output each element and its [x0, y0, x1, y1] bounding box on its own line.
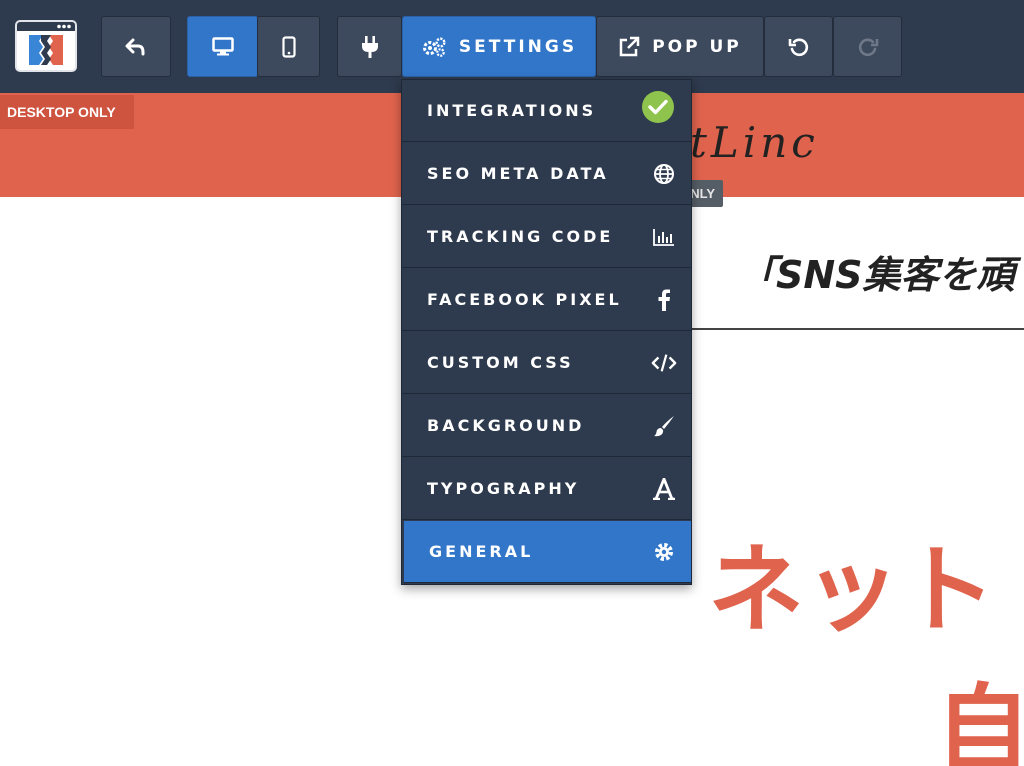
settings-dropdown: INTEGRATIONS SEO META DATA TRACKING CODE: [401, 79, 692, 585]
redo-button[interactable]: [833, 16, 902, 77]
gears-icon: [422, 37, 446, 57]
redo-icon: [858, 38, 878, 56]
plugins-button[interactable]: [337, 16, 402, 77]
menu-item-label: INTEGRATIONS: [427, 101, 597, 120]
settings-label: SETTINGS: [458, 36, 578, 57]
popup-button[interactable]: POP UP: [596, 16, 764, 77]
desktop-view-button[interactable]: [187, 16, 258, 77]
mobile-view-button[interactable]: [257, 16, 320, 77]
heading-divider: [690, 328, 1024, 330]
menu-item-label: TRACKING CODE: [427, 227, 614, 246]
menu-item-label: GENERAL: [429, 542, 534, 561]
menu-item-label: CUSTOM CSS: [427, 353, 574, 372]
hero-text-line2: 自: [935, 674, 1024, 766]
hero-text-line1: ネット: [708, 534, 996, 646]
menu-item-label: SEO META DATA: [427, 164, 609, 183]
undo-button[interactable]: [764, 16, 833, 77]
menu-item-custom-css[interactable]: CUSTOM CSS: [402, 332, 691, 394]
menu-item-label: BACKGROUND: [427, 416, 585, 435]
menu-item-label: TYPOGRAPHY: [427, 479, 580, 498]
plug-icon: [361, 35, 378, 58]
clickfunnels-logo[interactable]: [15, 20, 77, 72]
external-link-icon: [619, 36, 640, 56]
settings-button[interactable]: SETTINGS: [402, 16, 596, 77]
desktop-only-badge: DESKTOP ONLY: [0, 95, 134, 129]
menu-item-tracking-code[interactable]: TRACKING CODE: [402, 206, 691, 268]
undo-icon: [788, 38, 808, 56]
menu-item-general[interactable]: GENERAL: [404, 521, 691, 583]
check-icon: [642, 91, 674, 123]
popup-label: POP UP: [652, 36, 742, 57]
back-arrow-icon: [125, 38, 145, 55]
globe-icon: [651, 161, 677, 187]
back-button[interactable]: [101, 16, 171, 77]
logo-icon: [17, 22, 75, 65]
menu-item-label: FACEBOOK PIXEL: [427, 290, 622, 309]
brush-icon: [651, 413, 677, 439]
bar-chart-icon: [651, 224, 677, 250]
menu-item-seo-meta-data[interactable]: SEO META DATA: [402, 143, 691, 205]
font-icon: [651, 476, 677, 502]
page-heading: 「SNS集客を頑: [738, 253, 1015, 297]
code-icon: [651, 350, 677, 376]
menu-item-facebook-pixel[interactable]: FACEBOOK PIXEL: [402, 269, 691, 331]
desktop-icon: [211, 36, 234, 55]
menu-item-background[interactable]: BACKGROUND: [402, 395, 691, 457]
gear-icon: [651, 539, 677, 565]
menu-item-typography[interactable]: TYPOGRAPHY: [402, 458, 691, 520]
mobile-icon: [281, 35, 296, 58]
facebook-icon: [651, 287, 677, 313]
site-logo-text: tLinc: [690, 118, 819, 167]
